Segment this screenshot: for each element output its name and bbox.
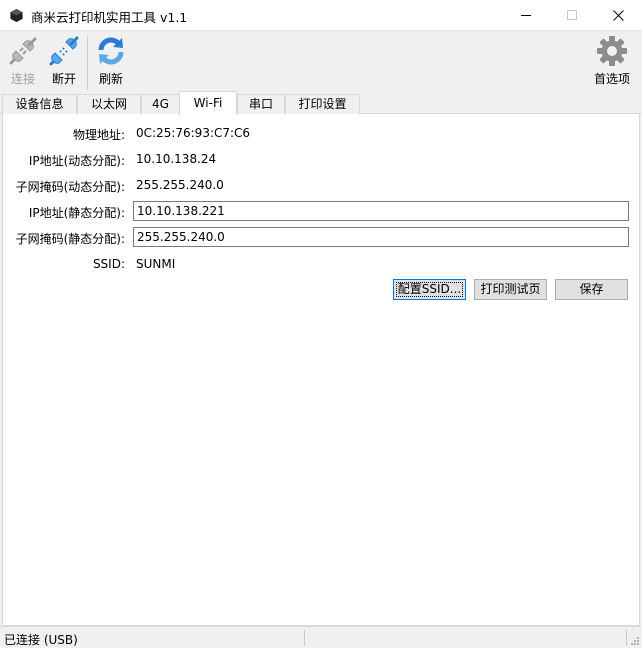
config-ssid-button[interactable]: 配置SSID... <box>393 279 466 300</box>
maximize-button[interactable] <box>550 0 596 31</box>
refresh-button[interactable]: 刷新 <box>94 35 128 89</box>
toolbar: 连接 断开 刷新 首选项 <box>0 31 642 91</box>
connect-label: 连接 <box>10 72 35 86</box>
static-ip-input[interactable] <box>133 201 629 221</box>
tab-ethernet[interactable]: 以太网 <box>77 94 141 114</box>
static-ip-label: IP地址(静态分配): <box>28 206 125 220</box>
status-divider <box>626 630 627 646</box>
connection-status: 已连接 (USB) <box>4 633 78 647</box>
tab-label: 设备信息 <box>15 97 64 111</box>
disconnect-label: 断开 <box>51 72 76 86</box>
save-button[interactable]: 保存 <box>555 279 628 300</box>
tab-label: 打印设置 <box>298 97 347 111</box>
dynamic-ip-value: 10.10.138.24 <box>136 152 217 166</box>
title-bar: 商米云打印机实用工具 v1.1 <box>0 0 642 31</box>
preferences-label: 首选项 <box>593 72 630 86</box>
connect-button[interactable]: 连接 <box>6 35 40 89</box>
plug-connect-icon <box>9 37 37 65</box>
ssid-value: SUNMI <box>136 257 176 271</box>
plug-disconnect-icon <box>49 36 79 66</box>
preferences-button[interactable]: 首选项 <box>590 35 634 89</box>
static-mask-input[interactable] <box>133 227 629 247</box>
disconnect-button[interactable]: 断开 <box>47 35 81 89</box>
minimize-button[interactable] <box>504 0 550 31</box>
close-icon <box>613 10 624 21</box>
static-mask-label: 子网掩码(静态分配): <box>15 232 125 246</box>
status-divider <box>304 630 305 646</box>
mac-address-label: 物理地址: <box>72 128 125 142</box>
wifi-panel: 物理地址: 0C:25:76:93:C7:C6 IP地址(动态分配): 10.1… <box>2 114 640 626</box>
refresh-label: 刷新 <box>98 72 123 86</box>
app-cube-icon <box>10 8 23 23</box>
ssid-label: SSID: <box>92 257 125 271</box>
dynamic-ip-label: IP地址(动态分配): <box>28 154 125 168</box>
tab-label: 串口 <box>248 97 273 111</box>
window-title: 商米云打印机实用工具 v1.1 <box>31 10 188 25</box>
tab-label: 4G <box>152 97 169 111</box>
maximize-icon <box>567 10 577 20</box>
print-test-page-label: 打印测试页 <box>480 282 541 296</box>
tab-print-settings[interactable]: 打印设置 <box>285 94 360 114</box>
print-test-page-button[interactable]: 打印测试页 <box>474 279 547 300</box>
tab-label: 以太网 <box>90 97 127 111</box>
tab-serial[interactable]: 串口 <box>237 94 285 114</box>
save-label: 保存 <box>579 282 604 296</box>
status-bar: 已连接 (USB) <box>0 626 642 648</box>
dynamic-mask-value: 255.255.240.0 <box>136 178 224 192</box>
mac-address-value: 0C:25:76:93:C7:C6 <box>136 126 251 140</box>
refresh-icon <box>98 37 124 65</box>
resize-grip-icon[interactable] <box>629 635 640 646</box>
minimize-icon <box>521 15 531 16</box>
tab-device-info[interactable]: 设备信息 <box>2 94 77 114</box>
dynamic-mask-label: 子网掩码(动态分配): <box>15 180 125 194</box>
focus-rect <box>396 282 463 297</box>
tab-wifi[interactable]: Wi-Fi <box>179 91 237 115</box>
tab-label: Wi-Fi <box>193 96 223 110</box>
gear-icon <box>597 36 627 66</box>
close-button[interactable] <box>596 0 642 31</box>
toolbar-separator <box>87 36 88 90</box>
tab-4g[interactable]: 4G <box>141 94 180 114</box>
tab-strip: 设备信息 以太网 4G Wi-Fi 串口 打印设置 <box>0 91 642 115</box>
